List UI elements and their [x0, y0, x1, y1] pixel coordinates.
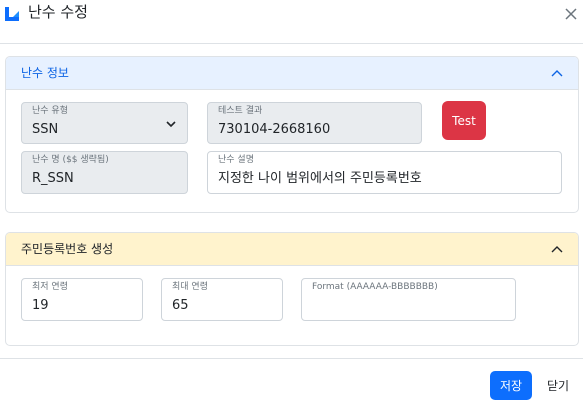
- logo-icon: [5, 7, 19, 21]
- max-age-label: 최대 연령: [172, 282, 208, 292]
- test-result-field: 테스트 결과 730104-2668160: [207, 102, 422, 144]
- close-icon[interactable]: [562, 5, 580, 23]
- min-age-input[interactable]: 최저 연령 19: [21, 278, 143, 321]
- random-name-value: R_SSN: [32, 171, 74, 186]
- test-result-label: 테스트 결과: [218, 106, 263, 116]
- chevron-up-icon: [551, 70, 563, 77]
- modal-header: 난수 수정: [0, 0, 583, 44]
- min-age-value: 19: [32, 298, 49, 313]
- random-name-label: 난수 명 ($$ 생략됨): [32, 155, 109, 165]
- random-description-value: 지정한 나이 범위에서의 주민등록번호: [218, 171, 422, 186]
- test-button[interactable]: Test: [442, 101, 486, 140]
- format-label: Format (AAAAAA-BBBBBBB): [312, 282, 438, 292]
- chevron-up-icon: [551, 246, 563, 253]
- test-result-value: 730104-2668160: [218, 122, 331, 137]
- close-button[interactable]: 닫기: [542, 371, 574, 400]
- chevron-down-icon: [166, 121, 176, 128]
- random-description-label: 난수 설명: [218, 155, 254, 165]
- random-type-select[interactable]: 난수 유형 SSN: [21, 102, 188, 144]
- random-info-header[interactable]: 난수 정보: [6, 57, 578, 90]
- max-age-input[interactable]: 최대 연령 65: [161, 278, 283, 321]
- random-info-title: 난수 정보: [21, 66, 69, 80]
- modal-title: 난수 수정: [28, 3, 88, 21]
- random-name-field: 난수 명 ($$ 생략됨) R_SSN: [21, 151, 188, 194]
- max-age-value: 65: [172, 298, 189, 313]
- min-age-label: 최저 연령: [32, 282, 68, 292]
- random-type-value: SSN: [32, 122, 59, 137]
- format-input[interactable]: Format (AAAAAA-BBBBBBB): [301, 278, 516, 321]
- save-button[interactable]: 저장: [490, 371, 532, 400]
- ssn-generation-title: 주민등록번호 생성: [21, 242, 114, 256]
- random-description-input[interactable]: 난수 설명 지정한 나이 범위에서의 주민등록번호: [207, 151, 562, 194]
- random-type-label: 난수 유형: [32, 106, 68, 116]
- ssn-generation-header[interactable]: 주민등록번호 생성: [6, 233, 578, 266]
